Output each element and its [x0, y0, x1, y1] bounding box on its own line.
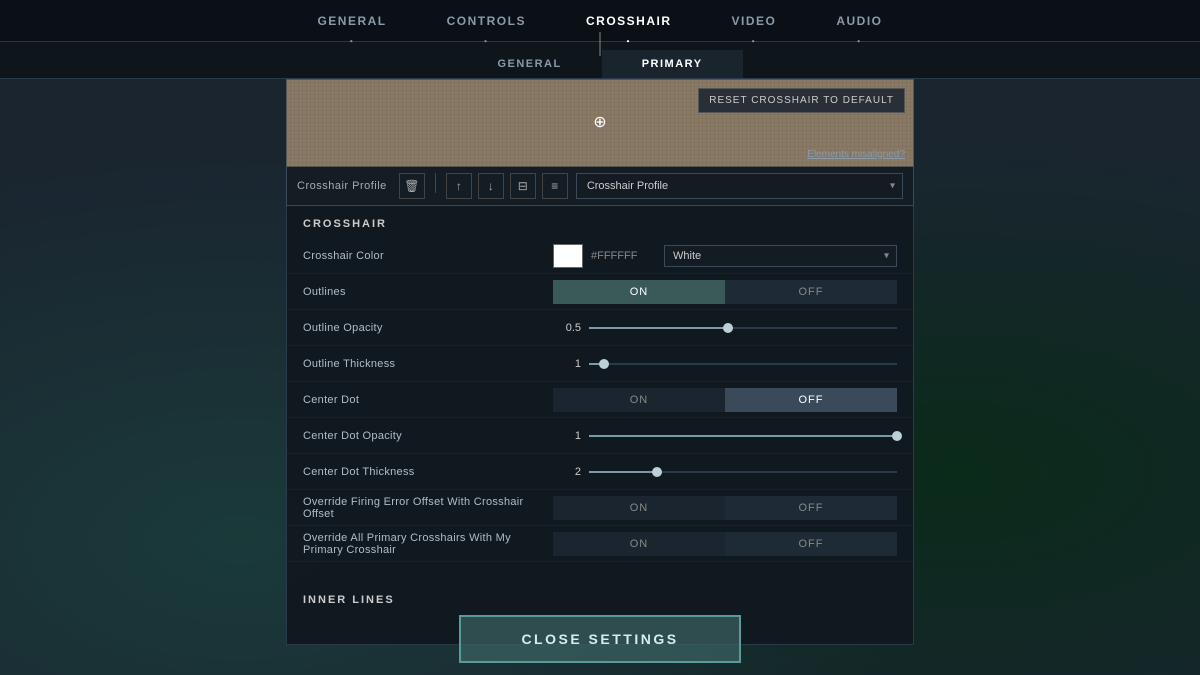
slider-bg — [589, 327, 897, 329]
profile-label: Crosshair Profile — [297, 180, 387, 192]
toggle-override-primary: On Off — [553, 532, 897, 556]
center-dot-opacity-value: 1 — [553, 430, 581, 442]
subtab-area: GENERAL PRIMARY — [0, 42, 1200, 79]
nav-general[interactable]: GENERAL — [317, 6, 386, 36]
outlines-on-button[interactable]: On — [553, 280, 725, 304]
control-override-primary: On Off — [553, 532, 897, 556]
outlines-off-button[interactable]: Off — [725, 280, 897, 304]
close-btn-container: CLOSE SETTINGS — [0, 605, 1200, 675]
row-center-dot-opacity: Center Dot Opacity 1 — [287, 418, 913, 454]
label-override-firing: Override Firing Error Offset With Crossh… — [303, 496, 553, 520]
row-outline-opacity: Outline Opacity 0.5 — [287, 310, 913, 346]
close-settings-button[interactable]: CLOSE SETTINGS — [459, 615, 740, 663]
section-crosshair-header: CROSSHAIR — [287, 206, 913, 238]
outline-thickness-slider[interactable] — [589, 356, 897, 372]
toggle-center-dot: On Off — [553, 388, 897, 412]
profile-delete-button[interactable]: 🗑 — [399, 173, 425, 199]
control-center-dot: On Off — [553, 388, 897, 412]
control-center-dot-thickness: 2 — [553, 464, 897, 480]
slider-progress-4 — [589, 471, 657, 473]
outline-thickness-value: 1 — [553, 358, 581, 370]
row-outlines: Outlines On Off — [287, 274, 913, 310]
outline-opacity-slider[interactable] — [589, 320, 897, 336]
profile-copy-button[interactable]: ⊟ — [510, 173, 536, 199]
nav-audio[interactable]: AUDIO — [836, 6, 882, 36]
slider-thumb-4 — [652, 467, 662, 477]
slider-bg-2 — [589, 363, 897, 365]
center-dot-opacity-slider[interactable] — [589, 428, 897, 444]
center-dot-on-button[interactable]: On — [553, 388, 725, 412]
row-center-dot-thickness: Center Dot Thickness 2 — [287, 454, 913, 490]
center-dot-thickness-value: 2 — [553, 466, 581, 478]
reset-crosshair-button[interactable]: RESET CROSSHAIR TO DEFAULT — [698, 88, 905, 113]
main-content: ⊕ RESET CROSSHAIR TO DEFAULT Elements mi… — [280, 79, 920, 645]
spacer — [287, 562, 913, 582]
label-center-dot-thickness: Center Dot Thickness — [303, 466, 553, 478]
control-crosshair-color: #FFFFFF White Green Yellow Cyan ▾ — [553, 244, 897, 268]
color-select-wrapper: White Green Yellow Cyan ▾ — [664, 245, 897, 267]
label-center-dot-opacity: Center Dot Opacity — [303, 430, 553, 442]
nav-crosshair[interactable]: CROSSHAIR — [586, 6, 672, 36]
profile-upload-button[interactable]: ↑ — [446, 173, 472, 199]
slider-thumb — [723, 323, 733, 333]
slider-bg-3 — [589, 435, 897, 437]
label-outline-opacity: Outline Opacity — [303, 322, 553, 334]
row-outline-thickness: Outline Thickness 1 — [287, 346, 913, 382]
profile-select-wrapper: Crosshair Profile ▾ — [576, 173, 903, 199]
center-dot-thickness-slider[interactable] — [589, 464, 897, 480]
slider-progress-3 — [589, 435, 897, 437]
nav-controls[interactable]: CONTROLS — [447, 6, 526, 36]
label-outlines: Outlines — [303, 286, 553, 298]
row-override-firing: Override Firing Error Offset With Crossh… — [287, 490, 913, 526]
label-crosshair-color: Crosshair Color — [303, 250, 553, 262]
tab-primary[interactable]: PRIMARY — [602, 50, 743, 78]
color-name-select[interactable]: White Green Yellow Cyan — [664, 245, 897, 267]
preview-area: ⊕ RESET CROSSHAIR TO DEFAULT Elements mi… — [286, 79, 914, 167]
control-outline-opacity: 0.5 — [553, 320, 897, 336]
divider1 — [435, 173, 436, 193]
profile-row: Crosshair Profile 🗑 ↑ ↓ ⊟ ≡ Crosshair Pr… — [286, 167, 914, 206]
control-outline-thickness: 1 — [553, 356, 897, 372]
slider-bg-4 — [589, 471, 897, 473]
label-override-primary: Override All Primary Crosshairs With My … — [303, 532, 553, 556]
control-center-dot-opacity: 1 — [553, 428, 897, 444]
crosshair-preview: ⊕ — [593, 115, 606, 131]
profile-select[interactable]: Crosshair Profile — [576, 173, 903, 199]
override-primary-off-button[interactable]: Off — [725, 532, 897, 556]
tab-general[interactable]: GENERAL — [457, 50, 601, 78]
row-override-primary: Override All Primary Crosshairs With My … — [287, 526, 913, 562]
nav-items: GENERAL CONTROLS CROSSHAIR VIDEO AUDIO — [317, 6, 882, 36]
color-swatch[interactable] — [553, 244, 583, 268]
profile-list-button[interactable]: ≡ — [542, 173, 568, 199]
color-hex-value: #FFFFFF — [591, 250, 656, 262]
slider-thumb-2 — [599, 359, 609, 369]
row-crosshair-color: Crosshair Color #FFFFFF White Green Yell… — [287, 238, 913, 274]
label-outline-thickness: Outline Thickness — [303, 358, 553, 370]
profile-download-button[interactable]: ↓ — [478, 173, 504, 199]
toggle-override-firing: On Off — [553, 496, 897, 520]
control-outlines: On Off — [553, 280, 897, 304]
slider-progress — [589, 327, 728, 329]
override-primary-on-button[interactable]: On — [553, 532, 725, 556]
profile-icons: 🗑 ↑ ↓ ⊟ ≡ — [399, 173, 568, 199]
slider-thumb-3 — [892, 431, 902, 441]
misaligned-text[interactable]: Elements misaligned? — [807, 149, 905, 160]
override-firing-off-button[interactable]: Off — [725, 496, 897, 520]
center-dot-off-button[interactable]: Off — [725, 388, 897, 412]
override-firing-on-button[interactable]: On — [553, 496, 725, 520]
row-center-dot: Center Dot On Off — [287, 382, 913, 418]
control-override-firing: On Off — [553, 496, 897, 520]
toggle-outlines: On Off — [553, 280, 897, 304]
nav-video[interactable]: VIDEO — [732, 6, 777, 36]
label-center-dot: Center Dot — [303, 394, 553, 406]
connector-line — [600, 32, 601, 56]
outline-opacity-value: 0.5 — [553, 322, 581, 334]
settings-panel: CROSSHAIR Crosshair Color #FFFFFF White … — [286, 206, 914, 645]
